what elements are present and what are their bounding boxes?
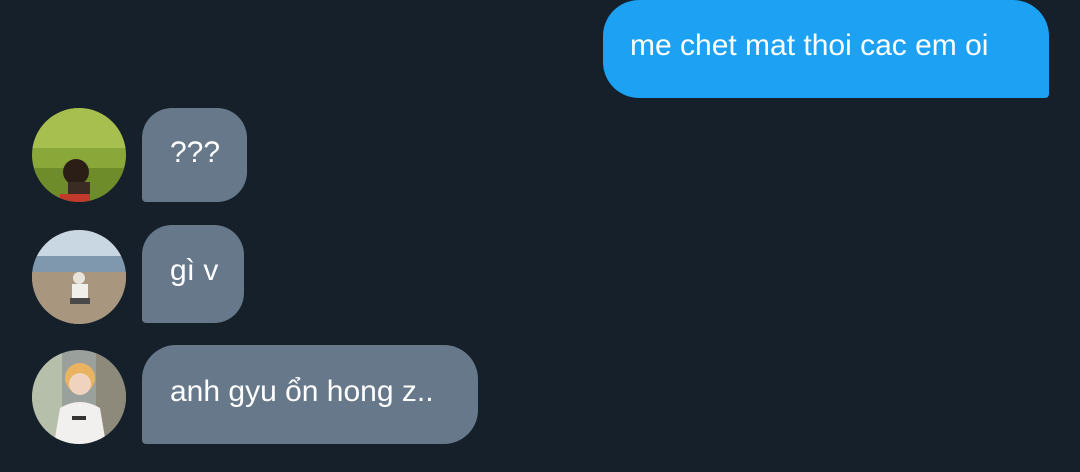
incoming-message-bubble[interactable]: gì v <box>142 225 244 323</box>
message-text: ??? <box>170 136 221 169</box>
message-text: me chet mat thoi cac em oi <box>630 29 989 62</box>
user-avatar-beach-photo-icon[interactable] <box>32 230 126 324</box>
user-avatar-portrait-photo-icon[interactable] <box>32 350 126 444</box>
outgoing-message-bubble[interactable]: me chet mat thoi cac em oi <box>603 0 1049 98</box>
user-avatar-grass-photo-icon[interactable] <box>32 108 126 202</box>
message-text: anh gyu ổn hong z.. <box>170 374 434 408</box>
chat-thread: me chet mat thoi cac em oi ??? gì v anh … <box>0 0 1080 472</box>
incoming-message-bubble[interactable]: ??? <box>142 108 247 202</box>
incoming-message-bubble[interactable]: anh gyu ổn hong z.. <box>142 345 478 444</box>
message-text: gì v <box>170 254 219 287</box>
